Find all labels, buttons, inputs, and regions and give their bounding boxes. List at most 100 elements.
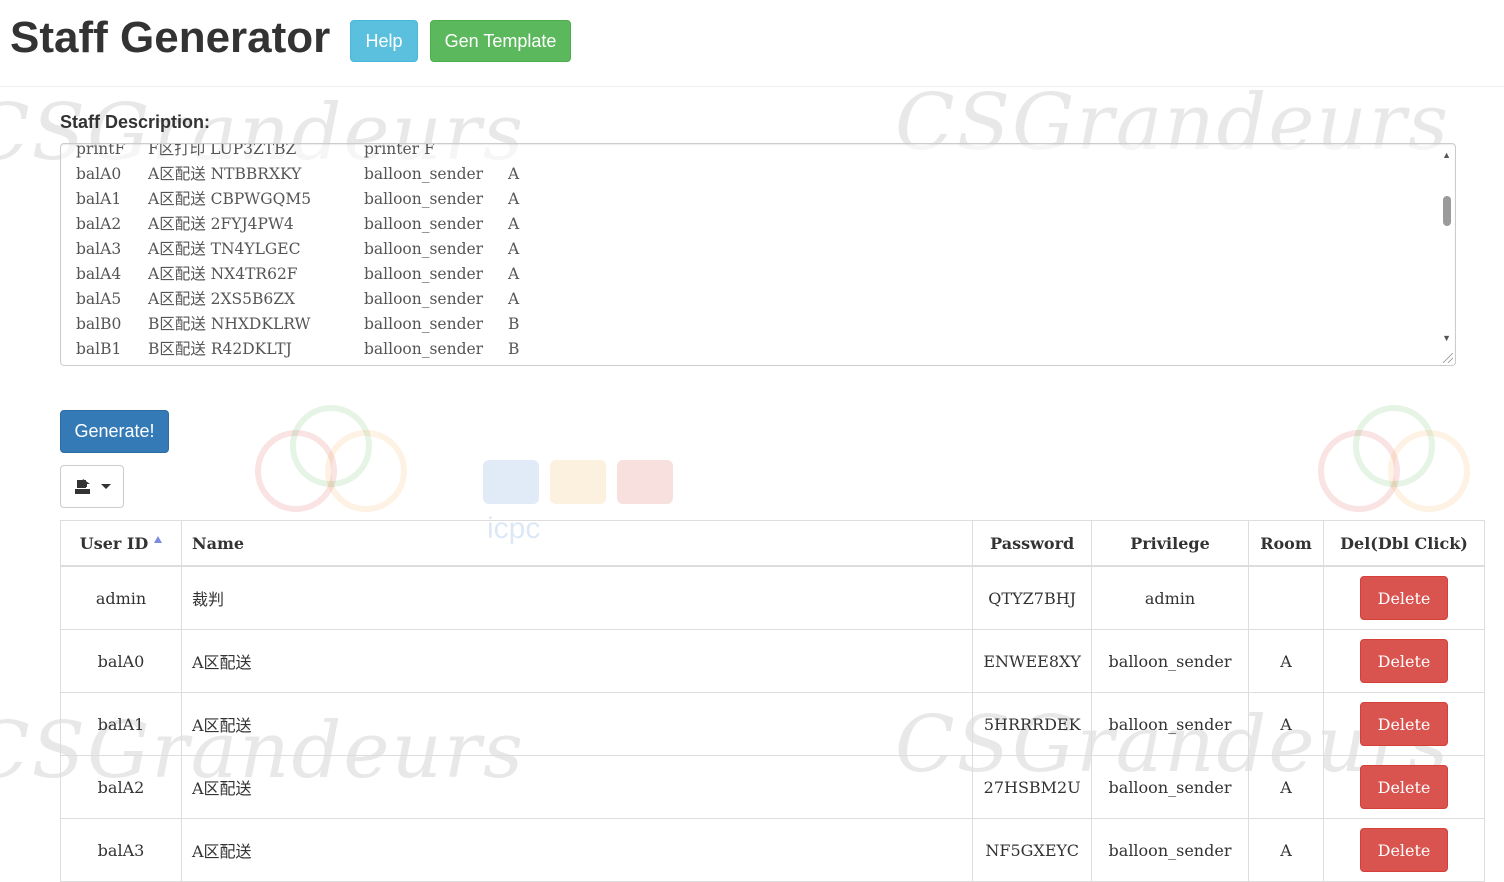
- description-field: balA0: [76, 165, 122, 183]
- table-row: balA2 A区配送 27HSBM2U balloon_sender A Delete: [60, 755, 1485, 819]
- delete-button[interactable]: Delete: [1360, 828, 1448, 872]
- password-cell: NF5GXEYC: [972, 818, 1092, 882]
- description-field: balA3: [76, 240, 122, 258]
- privilege-cell: balloon_sender: [1091, 818, 1249, 882]
- column-header-name[interactable]: Name: [180, 520, 974, 567]
- description-field: A: [508, 240, 520, 258]
- description-field: balA4: [76, 265, 122, 283]
- description-field: balloon_sender: [364, 240, 484, 258]
- description-line: balA0 A区配送 NTBBRXKY balloon_sender A: [76, 162, 519, 187]
- room-cell: A: [1248, 755, 1324, 819]
- password-cell: 5HRRRDEK: [972, 692, 1092, 756]
- delete-button[interactable]: Delete: [1360, 702, 1448, 746]
- help-button[interactable]: Help: [350, 20, 418, 62]
- delete-button[interactable]: Delete: [1360, 639, 1448, 683]
- name-cell: A区配送: [180, 818, 974, 882]
- staff-description-label: Staff Description:: [60, 112, 211, 132]
- delete-button[interactable]: Delete: [1360, 576, 1448, 620]
- column-header-user-id[interactable]: User ID: [60, 520, 182, 567]
- password-cell: 27HSBM2U: [972, 755, 1092, 819]
- description-field: A区配送 NTBBRXKY: [148, 165, 302, 183]
- generate-button[interactable]: Generate!: [60, 410, 169, 453]
- description-field: balB2: [76, 362, 148, 365]
- watermark-logo-ring: [290, 405, 372, 487]
- staff-description-textarea[interactable]: printF F区打印 LUP3ZTBZ printer F balA0 A区配送 NT…: [60, 143, 1456, 366]
- staff-table: User ID Name Password Privilege Room Del…: [60, 520, 1485, 882]
- description-field: B区配送 NHXDKLRW: [148, 315, 311, 333]
- privilege-cell: balloon_sender: [1091, 629, 1249, 693]
- description-line: balA3 A区配送 TN4YLGEC balloon_sender A: [76, 237, 519, 262]
- description-field: balB1: [76, 340, 122, 358]
- export-dropdown-button[interactable]: [60, 465, 124, 508]
- description-field: A区配送 NX4TR62F: [148, 265, 298, 283]
- room-cell: A: [1248, 818, 1324, 882]
- description-line: balA5 A区配送 2XS5B6ZX balloon_sender A: [76, 287, 519, 312]
- description-field: B: [508, 362, 519, 365]
- scrollbar-thumb[interactable]: [1443, 196, 1451, 226]
- user-id-cell: balA0: [60, 629, 182, 693]
- description-field: A区配送 TN4YLGEC: [148, 240, 301, 258]
- room-cell: [1248, 565, 1324, 630]
- column-header-room[interactable]: Room: [1248, 520, 1324, 567]
- description-field: balB0: [76, 315, 122, 333]
- column-header-privilege[interactable]: Privilege: [1091, 520, 1249, 567]
- delete-cell: Delete: [1323, 818, 1485, 882]
- page-header: Staff Generator Help Gen Template: [0, 0, 1504, 87]
- watermark-logo-ring: [255, 430, 337, 512]
- resize-grip-icon[interactable]: [1443, 353, 1453, 363]
- description-line: balA2 A区配送 2FYJ4PW4 balloon_sender A: [76, 212, 519, 237]
- description-line: balB1 B区配送 R42DKLTJ balloon_sender B: [76, 337, 519, 362]
- description-field: A区配送 CBPWGQM5: [148, 190, 312, 208]
- watermark-logo-ring: [325, 430, 407, 512]
- watermark-logo-ring: [1353, 405, 1435, 487]
- description-field: A区配送 2FYJ4PW4: [148, 215, 294, 233]
- description-field: balloon_sender: [364, 165, 484, 183]
- description-line: balA4 A区配送 NX4TR62F balloon_sender A: [76, 262, 519, 287]
- column-header-label: User ID: [79, 533, 149, 553]
- description-field: A区配送 2XS5B6ZX: [148, 290, 296, 308]
- description-field: A: [508, 190, 520, 208]
- room-cell: A: [1248, 629, 1324, 693]
- gen-template-button[interactable]: Gen Template: [430, 20, 571, 62]
- user-id-cell: admin: [60, 565, 182, 630]
- user-id-cell: balA2: [60, 755, 182, 819]
- description-field: B区配送 R42DKLTJ: [148, 340, 292, 358]
- description-field: balloon_sender: [364, 265, 484, 283]
- description-field: balloon_sender: [364, 362, 508, 365]
- textarea-scrollbar[interactable]: ▲ ▼: [1439, 144, 1455, 365]
- privilege-cell: balloon_sender: [1091, 692, 1249, 756]
- privilege-cell: balloon_sender: [1091, 755, 1249, 819]
- delete-cell: Delete: [1323, 565, 1485, 630]
- scroll-up-arrow-icon[interactable]: ▲: [1442, 150, 1451, 160]
- scroll-down-arrow-icon[interactable]: ▼: [1442, 333, 1451, 343]
- room-cell: A: [1248, 692, 1324, 756]
- export-icon: [75, 478, 90, 494]
- page-title: Staff Generator: [10, 13, 331, 62]
- description-field: balloon_sender: [364, 315, 484, 333]
- description-field: balloon_sender: [364, 190, 484, 208]
- description-field: B: [508, 340, 520, 358]
- delete-button[interactable]: Delete: [1360, 765, 1448, 809]
- description-field: B区配送 D2BRTNFZ: [148, 362, 364, 365]
- description-field: printer F: [364, 143, 435, 158]
- description-line: balB2B区配送 D2BRTNFZballoon_senderB: [76, 362, 519, 365]
- delete-cell: Delete: [1323, 629, 1485, 693]
- user-id-cell: balA1: [60, 692, 182, 756]
- table-row: balA0 A区配送 ENWEE8XY balloon_sender A Delete: [60, 629, 1485, 693]
- description-field: balloon_sender: [364, 215, 484, 233]
- description-field: A: [508, 165, 520, 183]
- textarea-content: printF F区打印 LUP3ZTBZ printer F balA0 A区配送 NT…: [76, 143, 520, 365]
- description-field: balA5: [76, 290, 122, 308]
- password-cell: QTYZ7BHJ: [972, 565, 1092, 630]
- table-row: admin 裁判 QTYZ7BHJ admin Delete: [60, 565, 1485, 630]
- column-header-password[interactable]: Password: [972, 520, 1092, 567]
- description-field: balA1: [76, 190, 122, 208]
- table-row: balA3 A区配送 NF5GXEYC balloon_sender A Delete: [60, 818, 1485, 882]
- delete-cell: Delete: [1323, 692, 1485, 756]
- description-field: F区打印 LUP3ZTBZ: [148, 143, 297, 158]
- description-field: balloon_sender: [364, 340, 484, 358]
- description-field: A: [508, 215, 520, 233]
- description-field: A: [508, 290, 520, 308]
- password-cell: ENWEE8XY: [972, 629, 1092, 693]
- name-cell: A区配送: [180, 692, 974, 756]
